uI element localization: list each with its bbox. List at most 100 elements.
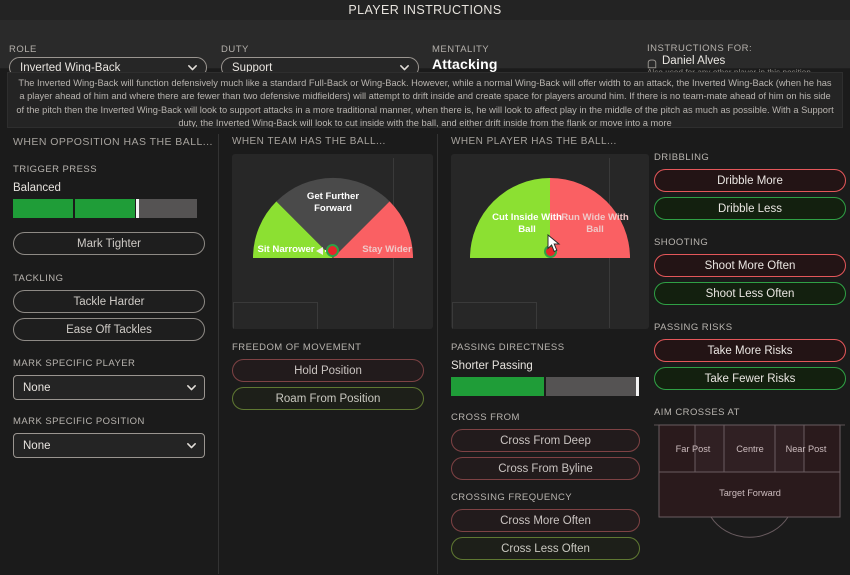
- slider-handle[interactable]: [136, 199, 139, 218]
- crossing-frequency-group: CROSSING FREQUENCY Cross More Often Cros…: [451, 492, 640, 560]
- segment[interactable]: [13, 199, 73, 218]
- chevron-down-icon: [186, 440, 197, 451]
- tackling-group: TACKLING Tackle Harder Ease Off Tackles: [13, 273, 205, 341]
- team-dial-panel[interactable]: Get Further Forward Sit Narrower Stay Wi…: [232, 154, 433, 329]
- role-description-text: The Inverted Wing-Back will function def…: [16, 78, 834, 128]
- segment[interactable]: [137, 199, 197, 218]
- tackle-harder-label: Tackle Harder: [73, 295, 145, 308]
- passing-directness-group: PASSING DIRECTNESS Shorter Passing: [451, 342, 640, 396]
- shoot-more-often-button[interactable]: Shoot More Often: [654, 254, 846, 277]
- hold-position-button[interactable]: Hold Position: [232, 359, 424, 382]
- header-strip: ROLE Inverted Wing-Back DUTY Support MEN…: [0, 20, 850, 78]
- dial-inner-frame: [233, 302, 318, 329]
- freedom-of-movement-label: FREEDOM OF MOVEMENT: [232, 342, 362, 353]
- cross-from-deep-button[interactable]: Cross From Deep: [451, 429, 640, 452]
- mark-specific-position-label: MARK SPECIFIC POSITION: [13, 416, 145, 427]
- dribble-less-label: Dribble Less: [718, 202, 782, 215]
- crossing-frequency-label: CROSSING FREQUENCY: [451, 492, 573, 503]
- aim-crosses-at-group: AIM CROSSES AT Far Post Centre Near Post…: [654, 407, 846, 546]
- shooting-label: SHOOTING: [654, 237, 709, 248]
- column-opposition-title: WHEN OPPOSITION HAS THE BALL...: [13, 136, 213, 148]
- passing-directness-slider[interactable]: [451, 377, 639, 396]
- tackle-harder-button[interactable]: Tackle Harder: [13, 290, 205, 313]
- role-label: ROLE: [9, 44, 37, 55]
- mark-tighter-button[interactable]: Mark Tighter: [13, 232, 205, 255]
- dribble-more-label: Dribble More: [717, 174, 783, 187]
- mark-specific-position-group: MARK SPECIFIC POSITION None: [13, 416, 205, 458]
- shoot-less-often-button[interactable]: Shoot Less Often: [654, 282, 846, 305]
- take-more-risks-button[interactable]: Take More Risks: [654, 339, 846, 362]
- shoot-more-often-label: Shoot More Often: [704, 259, 796, 272]
- roam-from-position-label: Roam From Position: [275, 392, 381, 405]
- player-name: Daniel Alves: [662, 55, 726, 67]
- mark-specific-position-select[interactable]: None: [13, 433, 205, 458]
- dribble-less-button[interactable]: Dribble Less: [654, 197, 846, 220]
- dribble-more-button[interactable]: Dribble More: [654, 169, 846, 192]
- passing-risks-label: PASSING RISKS: [654, 322, 733, 333]
- column-team-title: WHEN TEAM HAS THE BALL...: [232, 136, 386, 147]
- mark-tighter-label: Mark Tighter: [77, 237, 141, 250]
- aim-crosses-at-label: AIM CROSSES AT: [654, 407, 740, 418]
- cross-from-deep-label: Cross From Deep: [500, 434, 591, 447]
- segment[interactable]: [451, 377, 544, 396]
- trigger-press-group: TRIGGER PRESS Balanced: [13, 164, 218, 218]
- player-instructions-screen: PLAYER INSTRUCTIONS ROLE Inverted Wing-B…: [0, 0, 850, 575]
- mouse-cursor-icon: [547, 233, 561, 253]
- column-team: WHEN TEAM HAS THE BALL... Get Further Fo…: [219, 131, 437, 410]
- page-title: PLAYER INSTRUCTIONS: [348, 3, 502, 17]
- column-extra: DRIBBLING Dribble More Dribble Less SHOO…: [654, 152, 850, 546]
- passing-directness-value: Shorter Passing: [451, 360, 533, 372]
- slider-handle[interactable]: [636, 377, 639, 396]
- trigger-press-slider[interactable]: [13, 199, 197, 218]
- segment[interactable]: [546, 377, 639, 396]
- shooting-group: SHOOTING Shoot More Often Shoot Less Oft…: [654, 237, 846, 305]
- mark-specific-position-value: None: [23, 439, 51, 452]
- window-title-bar: PLAYER INSTRUCTIONS: [0, 0, 850, 20]
- dribbling-group: DRIBBLING Dribble More Dribble Less: [654, 152, 846, 220]
- column-opposition: WHEN OPPOSITION HAS THE BALL... TRIGGER …: [0, 131, 218, 458]
- segment[interactable]: [75, 199, 135, 218]
- hold-position-label: Hold Position: [294, 364, 362, 377]
- cross-more-often-label: Cross More Often: [500, 514, 591, 527]
- cross-from-group: CROSS FROM Cross From Deep Cross From By…: [451, 412, 640, 480]
- cross-from-byline-button[interactable]: Cross From Byline: [451, 457, 640, 480]
- column-player: WHEN PLAYER HAS THE BALL... Cut Inside W…: [438, 131, 653, 560]
- instructions-for-label: INSTRUCTIONS FOR:: [647, 43, 753, 54]
- cross-from-byline-label: Cross From Byline: [498, 462, 593, 475]
- shoot-less-often-label: Shoot Less Often: [705, 287, 795, 300]
- take-fewer-risks-button[interactable]: Take Fewer Risks: [654, 367, 846, 390]
- role-description-box: The Inverted Wing-Back will function def…: [7, 72, 843, 128]
- cross-less-often-button[interactable]: Cross Less Often: [451, 537, 640, 560]
- player-dial-panel[interactable]: Cut Inside With Ball Run Wide With Ball: [451, 154, 649, 329]
- player-row[interactable]: Daniel Alves: [647, 55, 847, 69]
- column-player-title: WHEN PLAYER HAS THE BALL...: [451, 136, 617, 147]
- mark-specific-player-value: None: [23, 381, 51, 394]
- dribbling-label: DRIBBLING: [654, 152, 710, 163]
- mentality-label: MENTALITY: [432, 44, 490, 55]
- freedom-of-movement-group: FREEDOM OF MOVEMENT Hold Position Roam F…: [232, 342, 424, 410]
- aim-crosses-pitch[interactable]: Far Post Centre Near Post Target Forward: [654, 424, 845, 546]
- take-more-risks-label: Take More Risks: [707, 344, 793, 357]
- cross-from-label: CROSS FROM: [451, 412, 520, 423]
- trigger-press-label: TRIGGER PRESS: [13, 164, 97, 175]
- take-fewer-risks-label: Take Fewer Risks: [704, 372, 796, 385]
- dial-inner-frame: [452, 302, 537, 329]
- duty-label: DUTY: [221, 44, 249, 55]
- player-shirt-icon: [647, 56, 657, 69]
- mark-specific-player-label: MARK SPECIFIC PLAYER: [13, 358, 136, 369]
- roam-from-position-button[interactable]: Roam From Position: [232, 387, 424, 410]
- mentality-value: Attacking: [432, 56, 498, 72]
- chevron-down-icon: [186, 382, 197, 393]
- passing-risks-group: PASSING RISKS Take More Risks Take Fewer…: [654, 322, 846, 390]
- ease-off-tackles-label: Ease Off Tackles: [66, 323, 152, 336]
- mentality-group: MENTALITY Attacking: [432, 44, 582, 74]
- dial-hub[interactable]: [326, 244, 339, 257]
- mark-specific-player-group: MARK SPECIFIC PLAYER None: [13, 358, 205, 400]
- cross-more-often-button[interactable]: Cross More Often: [451, 509, 640, 532]
- ease-off-tackles-button[interactable]: Ease Off Tackles: [13, 318, 205, 341]
- passing-directness-label: PASSING DIRECTNESS: [451, 342, 565, 353]
- mark-specific-player-select[interactable]: None: [13, 375, 205, 400]
- tackling-label: TACKLING: [13, 273, 64, 284]
- trigger-press-value: Balanced: [13, 182, 61, 194]
- cross-less-often-label: Cross Less Often: [501, 542, 590, 555]
